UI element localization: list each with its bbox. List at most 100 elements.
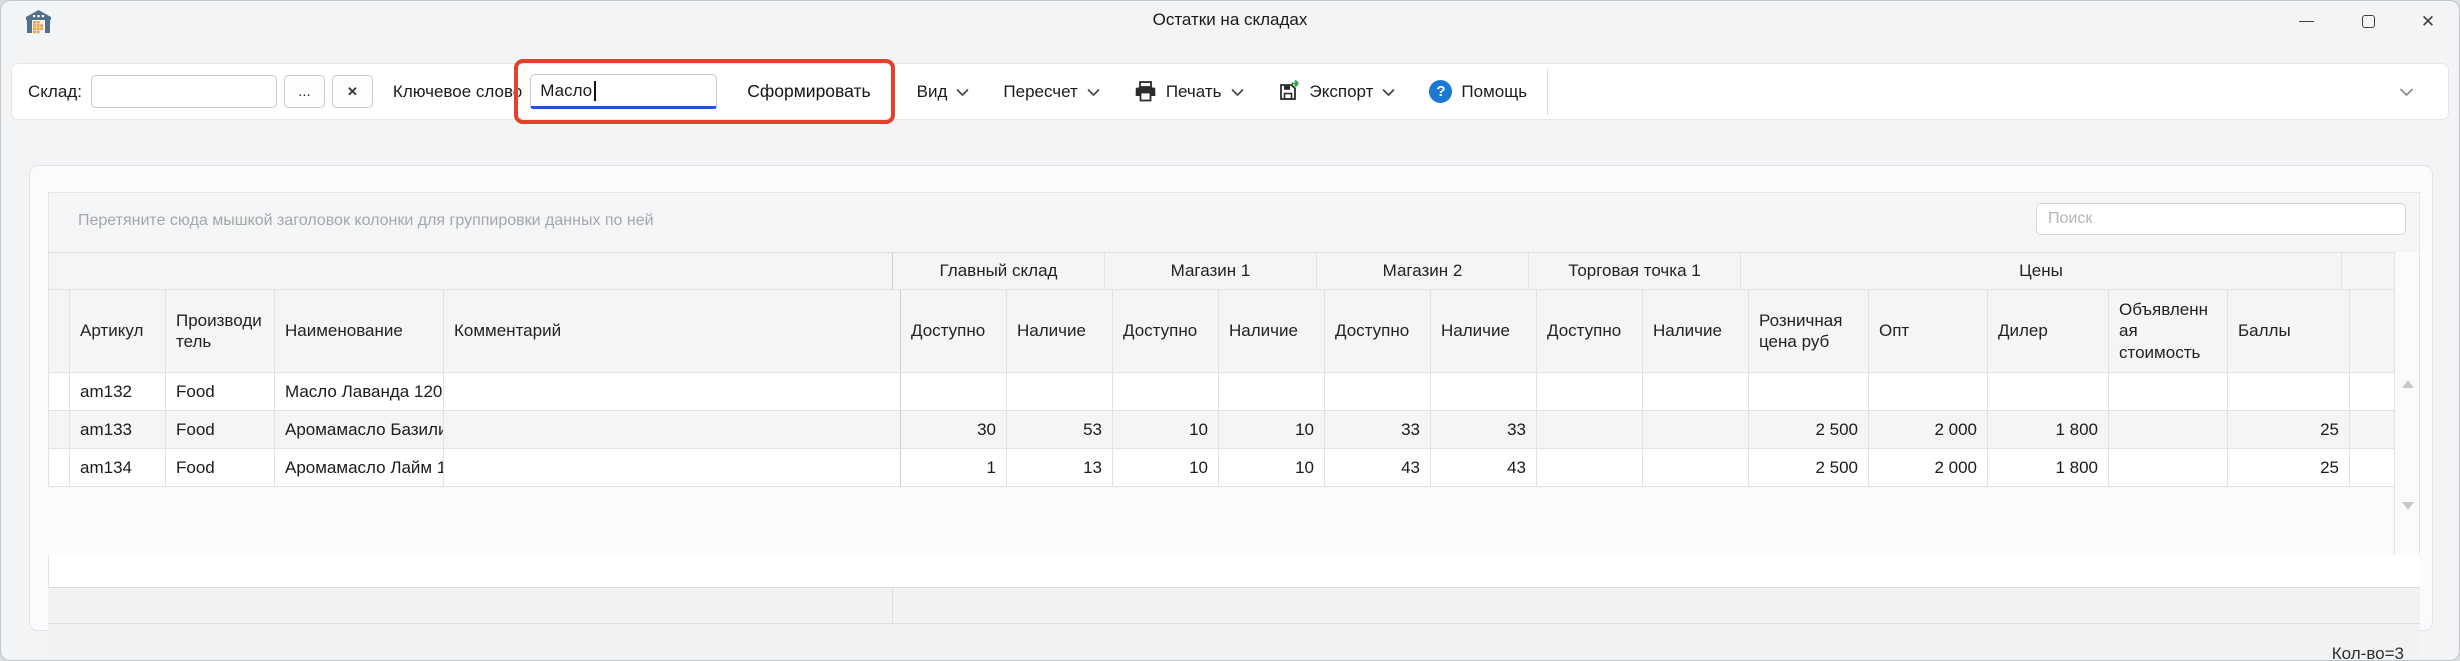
column-header[interactable]: Производитель: [166, 290, 275, 373]
table-cell[interactable]: 43: [1325, 449, 1431, 487]
table-cell[interactable]: [1643, 373, 1749, 411]
window-title: Остатки на складах: [1152, 10, 1308, 29]
toolbar-overflow-chevron-icon[interactable]: [2399, 87, 2414, 97]
table-cell[interactable]: [2109, 373, 2228, 411]
minimize-button[interactable]: [2277, 1, 2335, 41]
table-cell[interactable]: 2 000: [1869, 449, 1988, 487]
table-cell[interactable]: 53: [1007, 411, 1113, 449]
table-cell[interactable]: [444, 373, 901, 411]
column-header[interactable]: Наименование: [275, 290, 444, 373]
table-cell[interactable]: 1 800: [1988, 411, 2109, 449]
table-cell[interactable]: Food: [166, 449, 275, 487]
table-cell[interactable]: [2109, 411, 2228, 449]
table-cell[interactable]: [1007, 373, 1113, 411]
column-header[interactable]: Розничная цена руб: [1749, 290, 1869, 373]
column-header[interactable]: Наличие: [1219, 290, 1325, 373]
maximize-button[interactable]: [2339, 1, 2397, 41]
table-cell[interactable]: [1643, 449, 1749, 487]
table-cell[interactable]: [1537, 449, 1643, 487]
table-cell[interactable]: [2228, 373, 2350, 411]
table-cell[interactable]: 25: [2228, 449, 2350, 487]
table-cell[interactable]: [2109, 449, 2228, 487]
column-header[interactable]: Дилер: [1988, 290, 2109, 373]
footer-cell-left: [48, 588, 892, 623]
table-cell[interactable]: [444, 449, 901, 487]
column-header[interactable]: Доступно: [1325, 290, 1431, 373]
column-header[interactable]: Доступно: [1537, 290, 1643, 373]
table-cell[interactable]: [1869, 373, 1988, 411]
column-header[interactable]: Наличие: [1643, 290, 1749, 373]
close-button[interactable]: ✕: [2399, 1, 2457, 41]
column-header[interactable]: Артикул: [70, 290, 166, 373]
keyword-input[interactable]: Масло: [530, 74, 718, 109]
table-cell[interactable]: [1113, 373, 1219, 411]
table-cell[interactable]: 10: [1113, 449, 1219, 487]
scroll-up-icon[interactable]: [2402, 380, 2414, 388]
table-cell[interactable]: [1219, 373, 1325, 411]
scroll-down-icon[interactable]: [2402, 502, 2414, 510]
table-cell[interactable]: 10: [1219, 411, 1325, 449]
column-header[interactable]: Баллы: [2228, 290, 2350, 373]
group-header[interactable]: Главный склад: [893, 253, 1105, 290]
table-cell[interactable]: Аромамасло Базилик120 мл: [275, 411, 444, 449]
column-header[interactable]: Объявленная стоимость: [2109, 290, 2228, 373]
table-cell[interactable]: 2 500: [1749, 449, 1869, 487]
table-cell[interactable]: 1: [901, 449, 1007, 487]
table-cell[interactable]: 33: [1431, 411, 1537, 449]
table-cell[interactable]: 43: [1431, 449, 1537, 487]
table-cell[interactable]: [1537, 411, 1643, 449]
menu-view[interactable]: Вид: [917, 82, 970, 102]
group-by-panel[interactable]: Перетяните сюда мышкой заголовок колонки…: [48, 192, 2420, 252]
menu-help[interactable]: ? Помощь: [1429, 80, 1527, 103]
menu-export[interactable]: Экспорт: [1278, 80, 1396, 103]
column-header[interactable]: Комментарий: [444, 290, 901, 373]
table-cell[interactable]: 10: [1113, 411, 1219, 449]
table-cell[interactable]: Food: [166, 411, 275, 449]
table-cell[interactable]: 2 500: [1749, 411, 1869, 449]
column-header[interactable]: Наличие: [1007, 290, 1113, 373]
table-cell[interactable]: [1537, 373, 1643, 411]
menu-view-label: Вид: [916, 81, 948, 101]
warehouse-input[interactable]: [90, 75, 277, 108]
menu-print[interactable]: Печать: [1134, 80, 1244, 103]
table-cell[interactable]: 33: [1325, 411, 1431, 449]
table-cell[interactable]: [1749, 373, 1869, 411]
menu-recalc[interactable]: Пересчет: [1003, 82, 1100, 102]
group-header[interactable]: Магазин 1: [1105, 253, 1317, 290]
table-cell[interactable]: [1643, 411, 1749, 449]
group-header[interactable]: Торговая точка 1: [1529, 253, 1741, 290]
table-cell[interactable]: [444, 411, 901, 449]
table-cell[interactable]: [901, 373, 1007, 411]
table-cell[interactable]: am134: [70, 449, 166, 487]
vertical-scrollbar[interactable]: [2394, 252, 2420, 555]
table-cell[interactable]: [1988, 373, 2109, 411]
column-header[interactable]: Опт: [1869, 290, 1988, 373]
generate-button[interactable]: Сформировать: [741, 77, 876, 106]
grid-table: Главный склад Магазин 1 Магазин 2 Торговая …: [48, 252, 2403, 487]
table-row: am134FoodАромамасло Лайм 120 мл113101043…: [49, 449, 2403, 487]
table-cell[interactable]: 10: [1219, 449, 1325, 487]
table-cell[interactable]: Аромамасло Лайм 120 мл: [275, 449, 444, 487]
group-header[interactable]: Магазин 2: [1317, 253, 1529, 290]
table-cell[interactable]: am133: [70, 411, 166, 449]
column-header[interactable]: Наличие: [1431, 290, 1537, 373]
column-header[interactable]: Доступно: [901, 290, 1007, 373]
table-cell[interactable]: am132: [70, 373, 166, 411]
warehouse-clear-button[interactable]: ✕: [331, 75, 373, 108]
warehouse-browse-button[interactable]: ...: [283, 75, 325, 108]
group-header-row: Главный склад Магазин 1 Магазин 2 Торговая …: [49, 253, 2395, 290]
table-cell[interactable]: 30: [901, 411, 1007, 449]
chevron-down-icon: [1087, 89, 1100, 96]
table-cell[interactable]: 25: [2228, 411, 2350, 449]
table-cell[interactable]: 13: [1007, 449, 1113, 487]
toolbar: Склад: ... ✕ Ключевое слово Масло Сформи…: [11, 59, 2449, 124]
table-cell[interactable]: Food: [166, 373, 275, 411]
table-cell[interactable]: [1325, 373, 1431, 411]
table-cell[interactable]: 1 800: [1988, 449, 2109, 487]
table-cell[interactable]: Масло Лаванда 120 мл: [275, 373, 444, 411]
table-cell[interactable]: [1431, 373, 1537, 411]
group-header[interactable]: Цены: [1741, 253, 2342, 290]
search-input[interactable]: [2036, 203, 2406, 235]
column-header[interactable]: Доступно: [1113, 290, 1219, 373]
table-cell[interactable]: 2 000: [1869, 411, 1988, 449]
